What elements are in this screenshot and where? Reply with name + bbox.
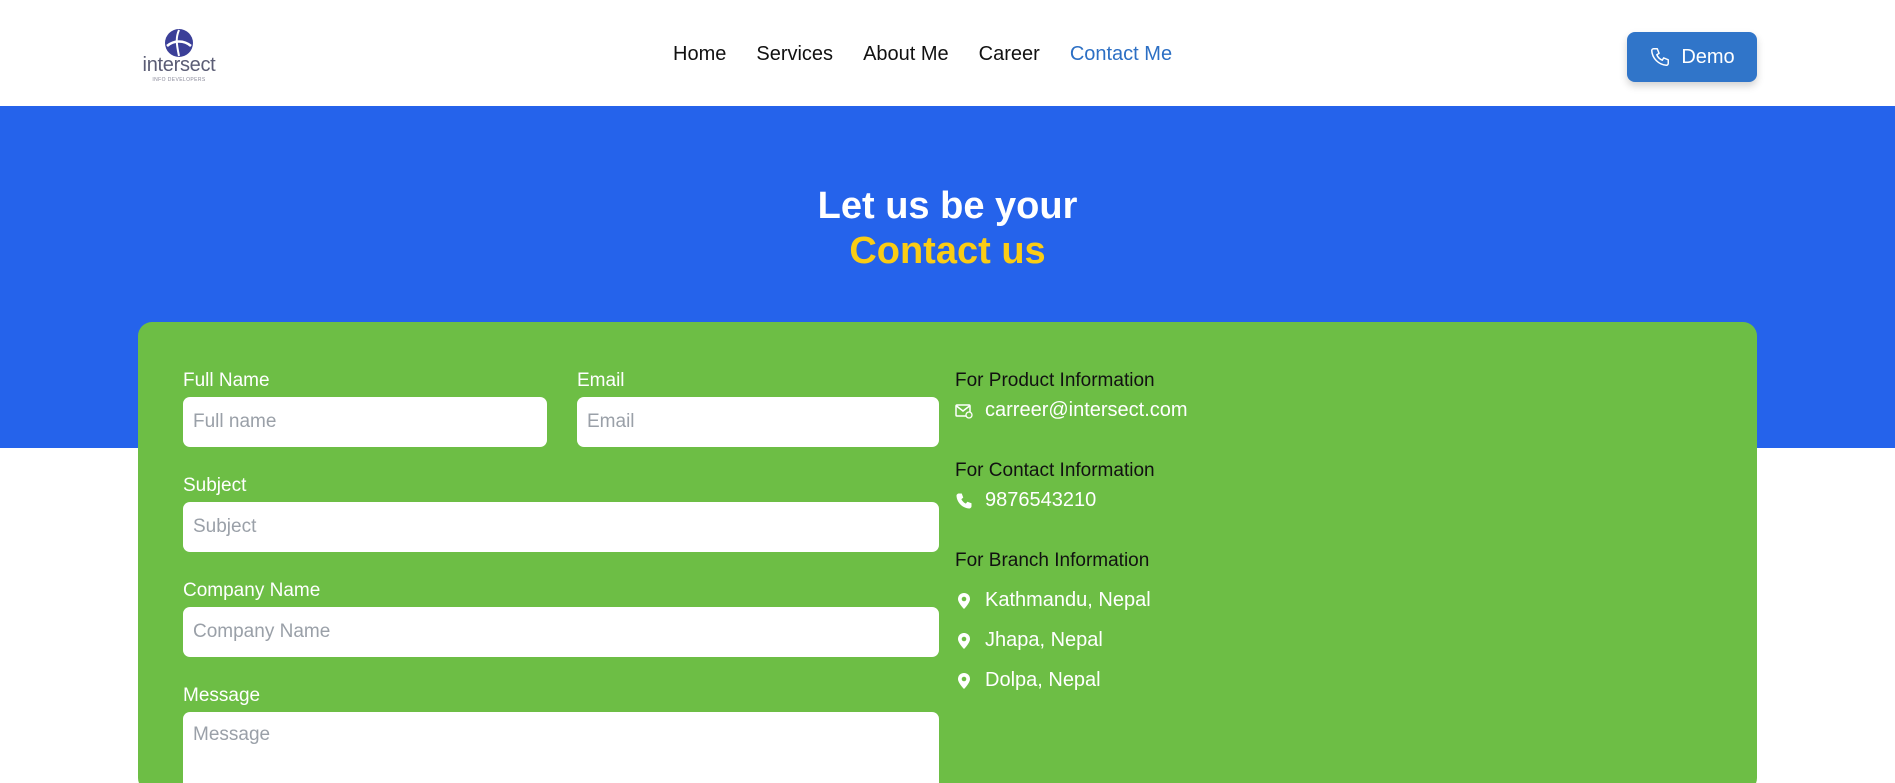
product-info-heading: For Product Information: [955, 370, 1155, 391]
nav-item-contact-me[interactable]: Contact Me: [1070, 43, 1172, 66]
hero-accent-title: Contact us: [849, 230, 1046, 272]
site-header: intersect INFO DEVELOPERS Home Services …: [0, 0, 1895, 106]
demo-button-label: Demo: [1681, 45, 1735, 68]
nav-item-career[interactable]: Career: [979, 43, 1040, 66]
phone-icon: [955, 491, 973, 511]
demo-button[interactable]: Demo: [1627, 32, 1757, 82]
nav-item-about-me[interactable]: About Me: [863, 43, 949, 66]
email-label: Email: [577, 370, 625, 391]
nav-item-services[interactable]: Services: [756, 43, 833, 66]
product-email-row[interactable]: carreer@intersect.com: [955, 399, 1188, 422]
branch-location: Jhapa, Nepal: [985, 629, 1103, 651]
main-nav: Home Services About Me Career Contact Me: [673, 43, 1172, 66]
location-pin-icon: [955, 631, 973, 651]
brand-name: intersect: [142, 54, 216, 76]
message-label: Message: [183, 685, 261, 706]
company-name-label: Company Name: [183, 580, 321, 601]
branch-location-row: Dolpa, Nepal: [955, 669, 1101, 692]
hero-title: Let us be your: [817, 185, 1078, 227]
branch-location-row: Jhapa, Nepal: [955, 629, 1103, 652]
location-pin-icon: [955, 591, 973, 611]
contact-card: Full Name Email Subject Company Name Mes…: [138, 322, 1757, 783]
brand-logo[interactable]: intersect INFO DEVELOPERS: [138, 28, 220, 84]
nav-item-home[interactable]: Home: [673, 43, 726, 66]
contact-info-heading: For Contact Information: [955, 460, 1155, 481]
contact-phone-row[interactable]: 9876543210: [955, 489, 1096, 512]
phone-icon: [1651, 48, 1670, 66]
location-pin-icon: [955, 671, 973, 691]
mail-icon: [955, 401, 973, 421]
brand-tagline: INFO DEVELOPERS: [152, 77, 206, 83]
branch-info-heading: For Branch Information: [955, 550, 1150, 571]
full-name-label: Full Name: [183, 370, 270, 391]
contact-phone: 9876543210: [985, 489, 1097, 511]
branch-location: Kathmandu, Nepal: [985, 589, 1151, 611]
product-email: carreer@intersect.com: [985, 399, 1188, 421]
company-name-input[interactable]: [183, 607, 939, 657]
subject-label: Subject: [183, 475, 247, 496]
full-name-input[interactable]: [183, 397, 547, 447]
subject-input[interactable]: [183, 502, 939, 552]
branch-location-row: Kathmandu, Nepal: [955, 589, 1151, 612]
message-textarea[interactable]: [183, 712, 939, 783]
email-input[interactable]: [577, 397, 939, 447]
branch-location: Dolpa, Nepal: [985, 669, 1101, 691]
